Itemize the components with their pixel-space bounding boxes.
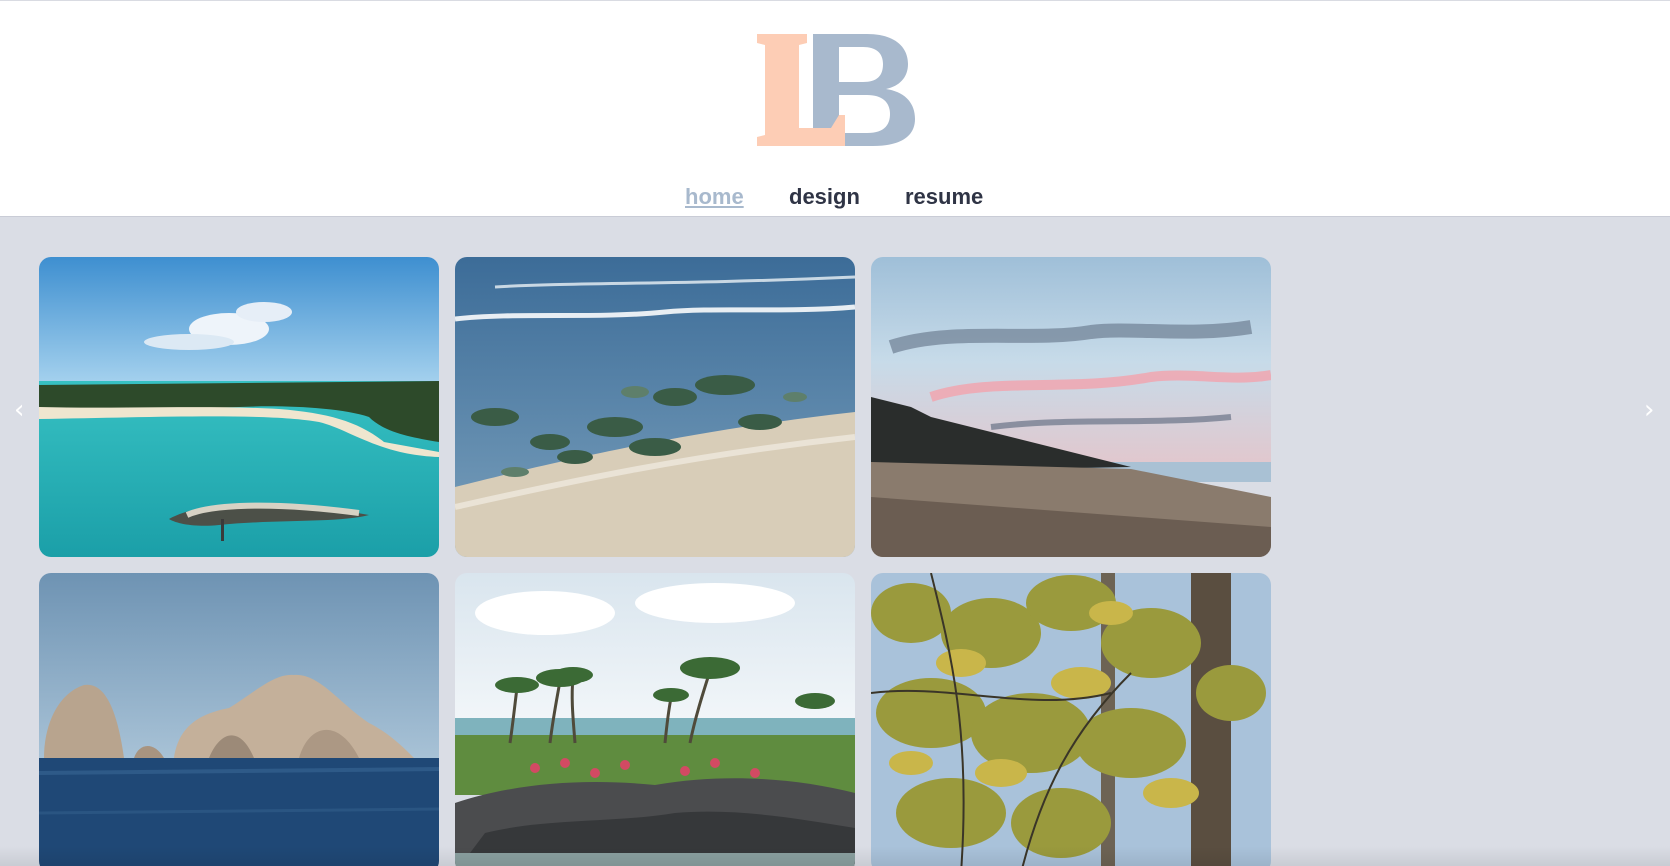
photo-gallery: ‹ › (0, 217, 1670, 866)
nav-resume[interactable]: resume (905, 183, 983, 211)
next-arrow-icon[interactable]: › (1644, 397, 1654, 423)
photo-autumn-tree-leaves[interactable] (871, 573, 1271, 866)
photo-sea-rock-formations[interactable] (39, 573, 439, 866)
photo-tropical-island-lagoon[interactable] (39, 257, 439, 557)
photo-rocky-beach-shoreline[interactable] (455, 257, 855, 557)
gallery-bottom-shade (0, 846, 1670, 866)
site-header: home design resume (0, 0, 1670, 217)
main-nav: home design resume (0, 183, 1670, 213)
photo-sunset-sandy-beach[interactable] (871, 257, 1271, 557)
photo-palm-trees-garden-coast[interactable] (455, 573, 855, 866)
lb-logo[interactable] (755, 31, 920, 149)
nav-design[interactable]: design (789, 183, 860, 211)
nav-home[interactable]: home (685, 183, 744, 211)
prev-arrow-icon[interactable]: ‹ (14, 397, 24, 423)
